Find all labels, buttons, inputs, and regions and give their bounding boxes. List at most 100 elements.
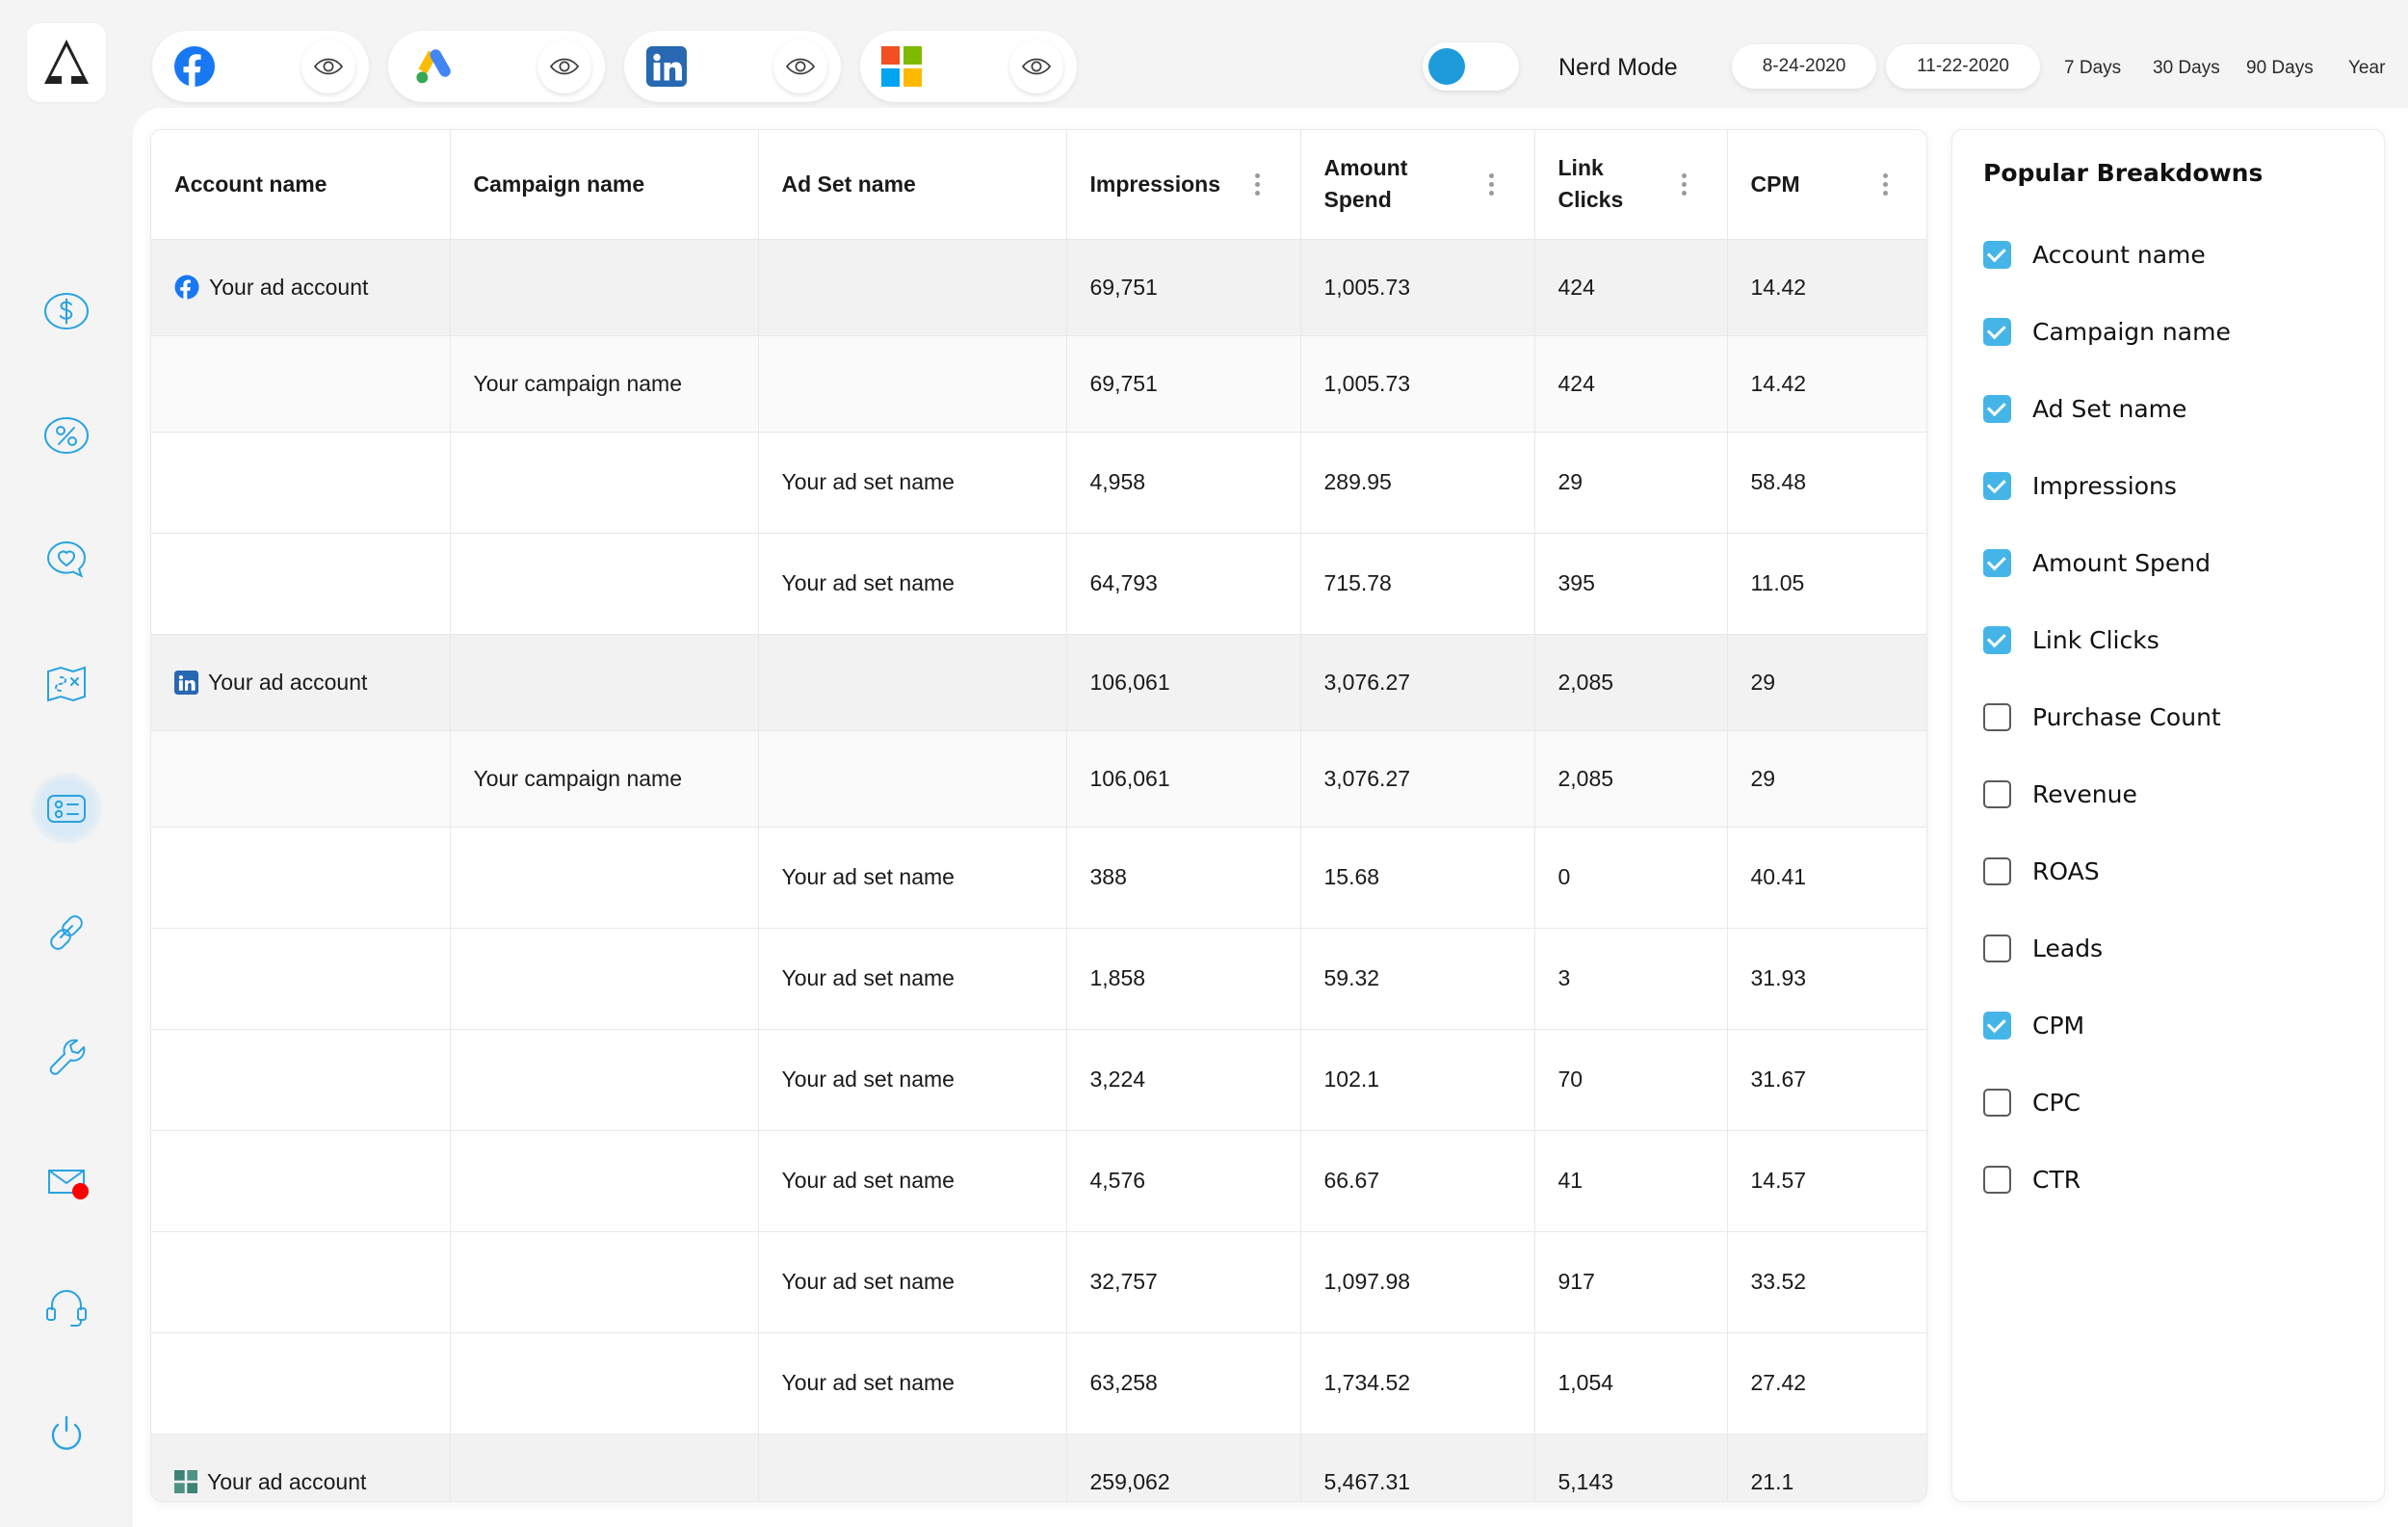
sidebar-item-headset-icon[interactable] [31, 1270, 102, 1341]
cell-link-clicks: 41 [1534, 1130, 1727, 1231]
app-logo[interactable] [27, 23, 106, 102]
checkbox-icon[interactable] [1983, 1166, 2011, 1194]
breakdown-item-impressions[interactable]: Impressions [1952, 447, 2384, 524]
date-end-pill[interactable]: 11-22-2020 [1886, 44, 2040, 89]
sidebar-item-list-icon[interactable] [31, 773, 102, 844]
range-30-days[interactable]: 30 Days [2153, 58, 2220, 79]
column-header-amount-spend[interactable]: Amount Spend [1300, 130, 1534, 239]
checkbox-icon[interactable] [1983, 703, 2011, 731]
breakdown-item-campaign-name[interactable]: Campaign name [1952, 293, 2384, 370]
column-header-impressions[interactable]: Impressions [1066, 130, 1300, 239]
table-row[interactable]: Your ad set name3,224102.17031.67 [151, 1029, 1927, 1130]
breakdown-item-account-name[interactable]: Account name [1952, 216, 2384, 293]
range-year[interactable]: Year [2348, 58, 2385, 79]
cell-campaign-name: Your campaign name [450, 730, 758, 827]
mail-icon [41, 1156, 92, 1206]
breakdown-item-purchase-count[interactable]: Purchase Count [1952, 678, 2384, 755]
checkbox-icon[interactable] [1983, 1089, 2011, 1117]
breakdown-item-ctr[interactable]: CTR [1952, 1141, 2384, 1218]
table-row[interactable]: Your campaign name106,0613,076.272,08529 [151, 730, 1927, 827]
column-header-cpm[interactable]: CPM [1727, 130, 1927, 239]
column-menu-icon[interactable] [1255, 173, 1260, 196]
cell-ad-set-name: Your ad set name [758, 1231, 1066, 1332]
cell-campaign-name [450, 432, 758, 533]
sidebar-item-mail-icon[interactable] [31, 1145, 102, 1217]
checkbox-icon[interactable] [1983, 857, 2011, 885]
eye-toggle-linkedin[interactable] [773, 39, 827, 93]
column-menu-icon[interactable] [1883, 173, 1888, 196]
breakdown-item-label: Account name [2032, 241, 2206, 269]
platform-chip-microsoft[interactable] [860, 31, 1077, 102]
date-start-pill[interactable]: 8-24-2020 [1732, 44, 1876, 89]
cell-amount-spend: 1,097.98 [1300, 1231, 1534, 1332]
breakdown-item-ad-set-name[interactable]: Ad Set name [1952, 370, 2384, 447]
range-7-days[interactable]: 7 Days [2064, 58, 2121, 79]
cell-amount-spend: 1,005.73 [1300, 239, 1534, 335]
table-row[interactable]: Your ad set name64,793715.7839511.05 [151, 533, 1927, 634]
eye-icon [786, 57, 815, 76]
table-row[interactable]: Your ad account106,0613,076.272,08529 [151, 634, 1927, 730]
table-row[interactable]: Your ad set name4,958289.952958.48 [151, 432, 1927, 533]
table-row[interactable]: Your ad set name38815.68040.41 [151, 827, 1927, 928]
platform-chip-google-ads[interactable] [388, 31, 605, 102]
sidebar-item-power-icon[interactable] [31, 1400, 102, 1471]
breakdown-item-revenue[interactable]: Revenue [1952, 755, 2384, 832]
nerd-mode-toggle[interactable] [1423, 42, 1519, 91]
cell-account-name: Your ad account [151, 239, 450, 335]
breakdown-item-leads[interactable]: Leads [1952, 909, 2384, 987]
checkbox-icon[interactable] [1983, 395, 2011, 423]
column-header-link-clicks[interactable]: Link Clicks [1534, 130, 1727, 239]
breakdown-item-cpc[interactable]: CPC [1952, 1064, 2384, 1141]
range-90-days[interactable]: 90 Days [2246, 58, 2314, 79]
platform-chip-facebook[interactable] [152, 31, 369, 102]
percent-icon [41, 410, 92, 461]
table-row[interactable]: Your ad set name63,2581,734.521,05427.42 [151, 1332, 1927, 1434]
eye-toggle-microsoft[interactable] [1009, 39, 1063, 93]
table-row[interactable]: Your ad account69,7511,005.7342414.42 [151, 239, 1927, 335]
sidebar-item-wrench-icon[interactable] [31, 1021, 102, 1093]
cell-account-name [151, 1130, 450, 1231]
platform-chip-linkedin[interactable] [624, 31, 841, 102]
breakdown-item-label: Impressions [2032, 472, 2177, 500]
cell-account-name: Your ad account [151, 634, 450, 730]
cell-link-clicks: 3 [1534, 928, 1727, 1029]
checkbox-icon[interactable] [1983, 626, 2011, 654]
breakdown-item-roas[interactable]: ROAS [1952, 832, 2384, 909]
heart-chat-icon [41, 535, 92, 585]
eye-toggle-facebook[interactable] [301, 39, 355, 93]
breakdown-item-link-clicks[interactable]: Link Clicks [1952, 601, 2384, 678]
breakdown-item-amount-spend[interactable]: Amount Spend [1952, 524, 2384, 601]
checkbox-icon[interactable] [1983, 241, 2011, 269]
table-row[interactable]: Your ad set name1,85859.32331.93 [151, 928, 1927, 1029]
breakdown-item-cpm[interactable]: CPM [1952, 987, 2384, 1064]
checkbox-icon[interactable] [1983, 780, 2011, 808]
table-row[interactable]: Your ad set name4,57666.674114.57 [151, 1130, 1927, 1231]
sidebar-item-map-icon[interactable] [31, 648, 102, 720]
link-icon [41, 908, 92, 958]
cell-link-clicks: 70 [1534, 1029, 1727, 1130]
cell-campaign-name [450, 928, 758, 1029]
table-row[interactable]: Your campaign name69,7511,005.7342414.42 [151, 335, 1927, 432]
sidebar [0, 0, 133, 1527]
checkbox-icon[interactable] [1983, 935, 2011, 962]
checkbox-icon[interactable] [1983, 1012, 2011, 1040]
column-menu-icon[interactable] [1682, 173, 1687, 196]
checkbox-icon[interactable] [1983, 318, 2011, 346]
column-header-campaign-name[interactable]: Campaign name [450, 130, 758, 239]
sidebar-item-dollar-icon[interactable] [31, 276, 102, 347]
table-row[interactable]: Your ad account259,0625,467.315,14321.1 [151, 1434, 1927, 1502]
cell-cpm: 58.48 [1727, 432, 1927, 533]
checkbox-icon[interactable] [1983, 472, 2011, 500]
column-header-account-name[interactable]: Account name [151, 130, 450, 239]
column-header-ad-set-name[interactable]: Ad Set name [758, 130, 1066, 239]
breakdown-item-label: Purchase Count [2032, 703, 2221, 731]
sidebar-item-heart-chat-icon[interactable] [31, 524, 102, 595]
cell-cpm: 14.42 [1727, 239, 1927, 335]
eye-toggle-google-ads[interactable] [537, 39, 591, 93]
checkbox-icon[interactable] [1983, 549, 2011, 577]
column-menu-icon[interactable] [1489, 173, 1494, 196]
sidebar-item-percent-icon[interactable] [31, 400, 102, 471]
eye-icon [314, 57, 343, 76]
sidebar-item-link-icon[interactable] [31, 897, 102, 968]
table-row[interactable]: Your ad set name32,7571,097.9891733.52 [151, 1231, 1927, 1332]
